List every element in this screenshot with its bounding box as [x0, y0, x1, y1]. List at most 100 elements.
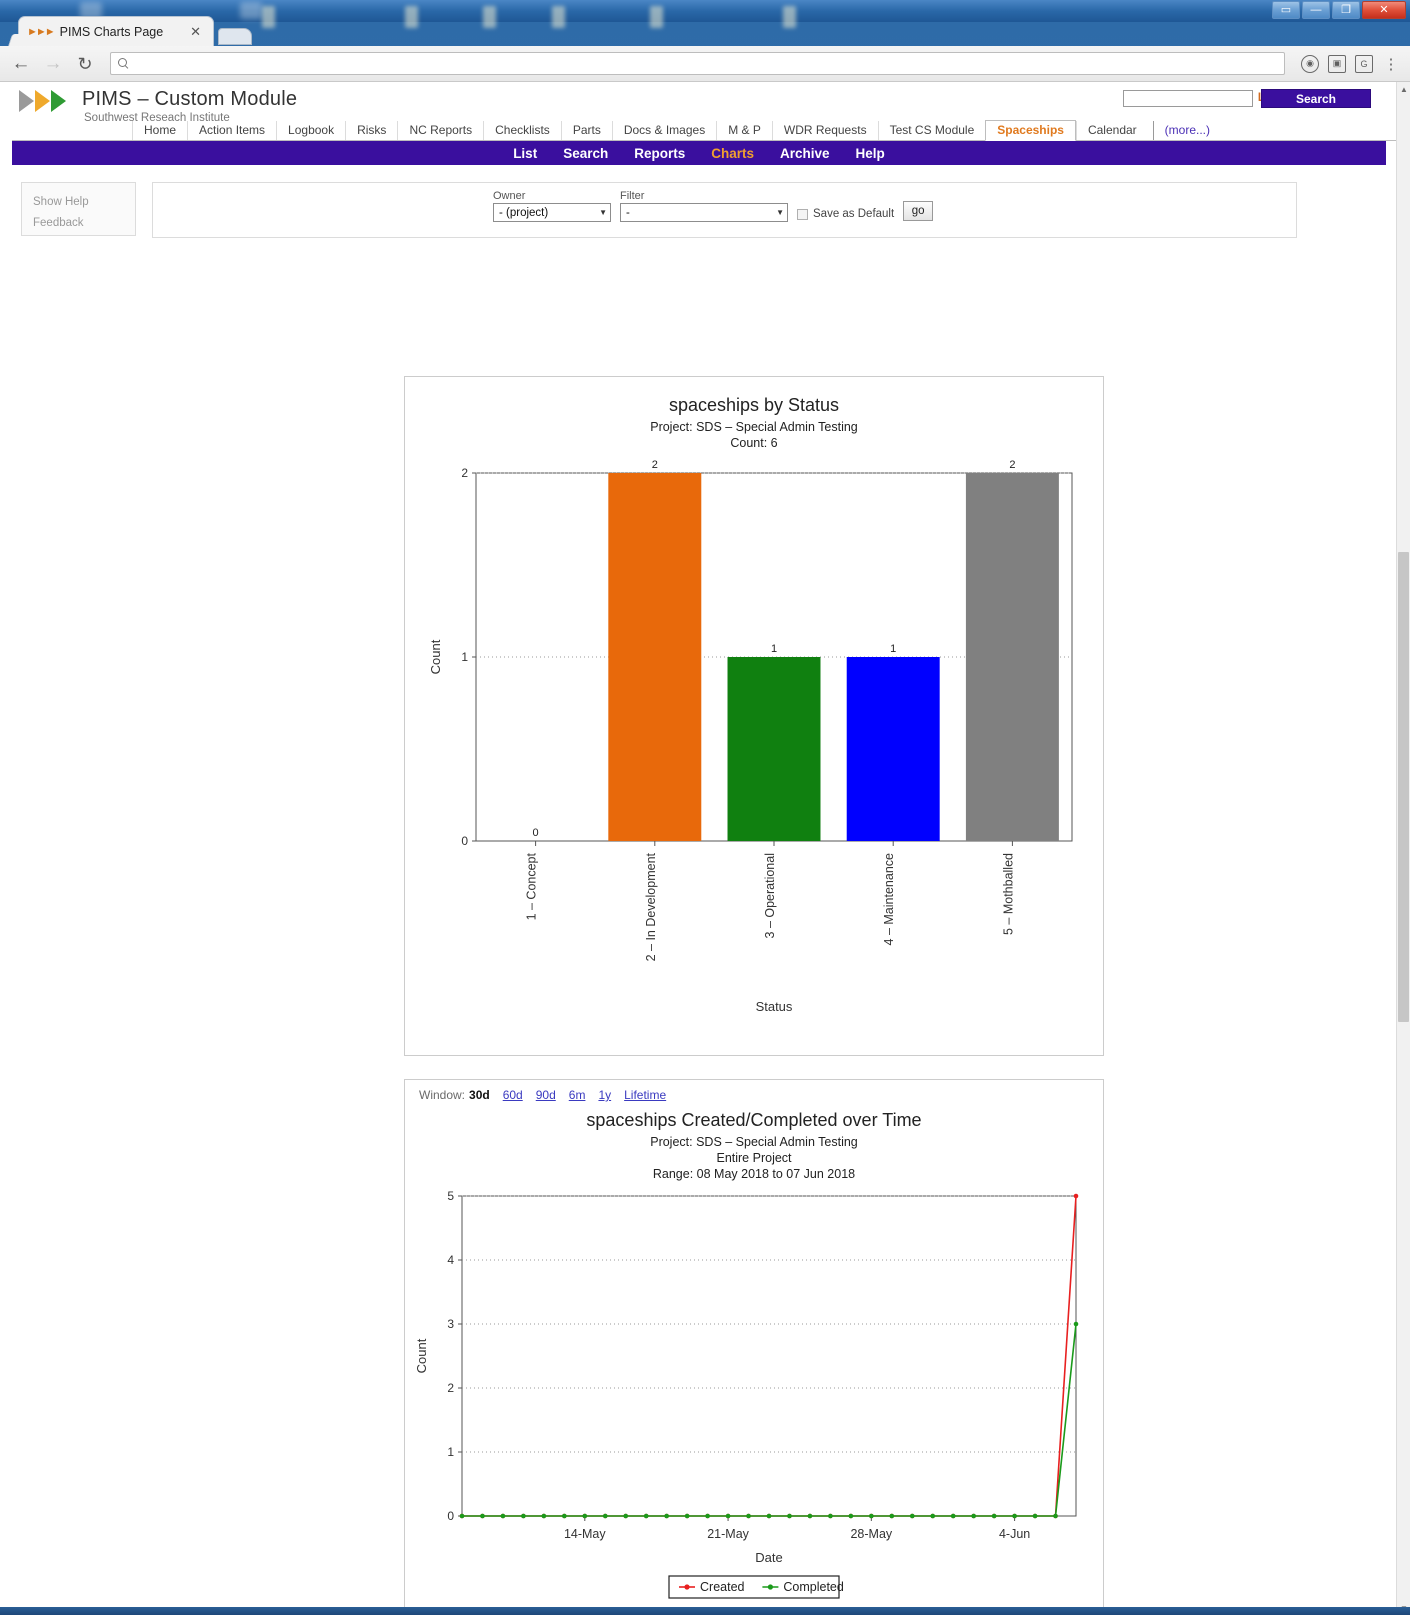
browser-toolbar: ← → ↻ ◉ ▣ G ⋮	[0, 46, 1410, 82]
line-chart-subtitle-scope: Entire Project	[405, 1150, 1103, 1166]
line-chart-panel: Window: 30d 60d 90d 6m 1y Lifetime spaceships …	[404, 1079, 1104, 1609]
back-arrow-icon[interactable]: ←	[10, 54, 32, 73]
nav-item-home[interactable]: Home	[132, 121, 187, 140]
feedback-link[interactable]: Feedback	[33, 213, 124, 234]
save-as-default-group: Save as Default	[797, 208, 894, 222]
svg-text:1 – Concept: 1 – Concept	[525, 852, 539, 920]
line-chart-plot: 012345Count14-May21-May28-May4-JunDateCr…	[414, 1182, 1094, 1602]
nav-item-action-items[interactable]: Action Items	[187, 121, 276, 140]
browser-tab-title: PIMS Charts Page	[60, 25, 186, 39]
subnav-item-list[interactable]: List	[513, 146, 537, 161]
nav-item-test-cs-module[interactable]: Test CS Module	[878, 121, 986, 140]
chevron-down-icon: ▼	[599, 208, 607, 217]
window-link-1y[interactable]: 1y	[598, 1088, 611, 1102]
address-bar[interactable]	[110, 52, 1285, 75]
svg-text:1: 1	[447, 1445, 454, 1459]
svg-text:2 – In Development: 2 – In Development	[644, 852, 658, 961]
svg-text:Completed: Completed	[783, 1580, 843, 1594]
svg-text:1: 1	[461, 650, 468, 664]
svg-text:4 – Maintenance: 4 – Maintenance	[882, 853, 896, 945]
sub-navigation: List Search Reports Charts Archive Help	[12, 141, 1386, 165]
subnav-item-archive[interactable]: Archive	[780, 146, 830, 161]
filter-select[interactable]: - ▼	[620, 203, 788, 222]
nav-item-calendar[interactable]: Calendar	[1076, 121, 1148, 140]
subnav-item-charts[interactable]: Charts	[711, 146, 754, 161]
line-chart-subtitle-range: Range: 08 May 2018 to 07 Jun 2018	[405, 1166, 1103, 1182]
window-link-90d[interactable]: 90d	[536, 1088, 556, 1102]
line-chart-subtitle-project: Project: SDS – Special Admin Testing	[405, 1134, 1103, 1150]
svg-text:2: 2	[461, 466, 468, 480]
svg-text:Date: Date	[755, 1550, 782, 1565]
filter-select-value: -	[626, 207, 630, 219]
svg-text:21-May: 21-May	[707, 1527, 749, 1541]
svg-text:3 – Operational: 3 – Operational	[763, 853, 777, 938]
os-window: ▭ — ❐ ✕ ►►► PIMS Charts Page ✕ ← → ↻ ◉ ▣…	[0, 0, 1410, 1615]
window-link-lifetime[interactable]: Lifetime	[624, 1088, 666, 1102]
svg-text:5: 5	[447, 1189, 454, 1203]
save-as-default-label: Save as Default	[813, 208, 894, 220]
svg-text:Count: Count	[414, 1338, 429, 1373]
browser-tab[interactable]: ►►► PIMS Charts Page ✕	[18, 16, 214, 46]
brand: PIMS – Custom Module Southwest Reseach I…	[82, 88, 297, 124]
pims-logo-icon	[19, 90, 66, 112]
go-button[interactable]: go	[903, 201, 933, 221]
profile-icon[interactable]: G	[1355, 55, 1373, 73]
brand-title: PIMS – Custom Module	[82, 88, 297, 111]
page-scrollbar[interactable]: ▲ ▼	[1396, 82, 1410, 1615]
window-link-6m[interactable]: 6m	[569, 1088, 586, 1102]
browser-tabstrip: ►►► PIMS Charts Page ✕	[0, 12, 1410, 46]
nav-item-more[interactable]: (more...)	[1153, 121, 1221, 140]
forward-arrow-icon[interactable]: →	[42, 54, 64, 73]
save-as-default-checkbox[interactable]	[797, 209, 808, 220]
search-icon	[118, 58, 129, 69]
owner-select-value: - (project)	[499, 207, 548, 219]
nav-item-checklists[interactable]: Checklists	[483, 121, 561, 140]
nav-item-docs-and-images[interactable]: Docs & Images	[612, 121, 716, 140]
main-navigation: Home Action Items Logbook Risks NC Repor…	[12, 122, 1398, 141]
svg-text:0: 0	[533, 827, 539, 839]
subnav-item-reports[interactable]: Reports	[634, 146, 685, 161]
show-help-link[interactable]: Show Help	[33, 192, 124, 213]
scroll-up-icon[interactable]: ▲	[1397, 82, 1410, 96]
close-icon[interactable]: ✕	[186, 24, 205, 40]
menu-icon[interactable]: ⋮	[1382, 55, 1400, 73]
nav-item-risks[interactable]: Risks	[345, 121, 397, 140]
nav-item-logbook[interactable]: Logbook	[276, 121, 345, 140]
nav-item-parts[interactable]: Parts	[561, 121, 612, 140]
window-current-30d: 30d	[469, 1088, 490, 1102]
subnav-item-search[interactable]: Search	[563, 146, 608, 161]
window-label: Window:	[419, 1088, 465, 1102]
svg-text:28-May: 28-May	[850, 1527, 892, 1541]
nav-item-wdr-requests[interactable]: WDR Requests	[772, 121, 878, 140]
globe-icon[interactable]: ◉	[1301, 55, 1319, 73]
header-search-button[interactable]: Search	[1261, 89, 1371, 108]
svg-text:1: 1	[771, 643, 777, 655]
svg-text:2: 2	[447, 1381, 454, 1395]
line-chart-title: spaceships Created/Completed over Time	[405, 1110, 1103, 1131]
svg-text:2: 2	[652, 459, 658, 471]
extension-icon[interactable]: ▣	[1328, 55, 1346, 73]
svg-text:4-Jun: 4-Jun	[999, 1527, 1030, 1541]
svg-text:14-May: 14-May	[564, 1527, 606, 1541]
bar-chart-panel: spaceships by Status Project: SDS – Spec…	[404, 376, 1104, 1056]
bar-chart-subtitle-count: Count: 6	[405, 435, 1103, 451]
new-tab-button[interactable]	[218, 28, 252, 45]
nav-item-nc-reports[interactable]: NC Reports	[397, 121, 483, 140]
svg-text:2: 2	[1009, 459, 1015, 471]
pims-page: PIMS – Custom Module Southwest Reseach I…	[12, 82, 1398, 1615]
svg-text:4: 4	[447, 1253, 454, 1267]
filter-toolbar: Owner - (project) ▼ Filter - ▼	[152, 182, 1297, 238]
reload-icon[interactable]: ↻	[74, 55, 96, 73]
header-search-input[interactable]	[1123, 90, 1253, 107]
svg-text:Count: Count	[428, 639, 443, 674]
window-range-links: Window: 30d 60d 90d 6m 1y Lifetime	[405, 1080, 1103, 1102]
nav-item-m-and-p[interactable]: M & P	[716, 121, 772, 140]
svg-text:3: 3	[447, 1317, 454, 1331]
window-link-60d[interactable]: 60d	[503, 1088, 523, 1102]
svg-text:0: 0	[461, 834, 468, 848]
scrollbar-thumb[interactable]	[1398, 552, 1409, 1022]
subnav-item-help[interactable]: Help	[856, 146, 885, 161]
owner-select[interactable]: - (project) ▼	[493, 203, 611, 222]
pims-favicon-icon: ►►►	[27, 26, 54, 38]
nav-item-spaceships[interactable]: Spaceships	[985, 120, 1076, 141]
